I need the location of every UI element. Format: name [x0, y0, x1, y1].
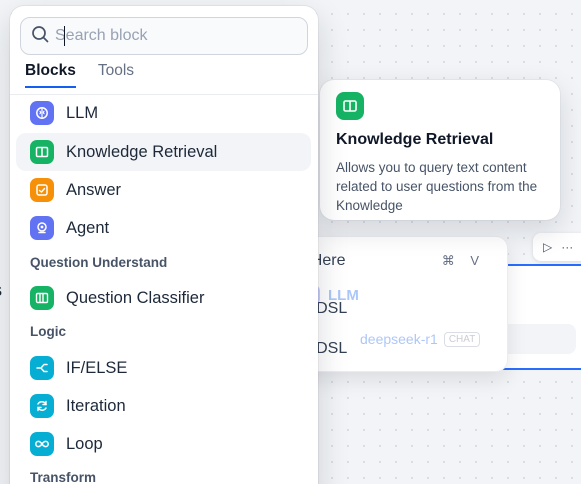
- agent-icon: [30, 216, 54, 240]
- paste-shortcut: ⌘ V: [441, 253, 485, 268]
- book-icon: [30, 140, 54, 164]
- classifier-icon: [30, 286, 54, 310]
- more-icon[interactable]: ···: [561, 240, 573, 254]
- search-box[interactable]: [20, 17, 308, 55]
- block-selector-panel: Blocks Tools LLM Knowledge Retrieval Ans…: [10, 6, 318, 484]
- block-item-label: Question Classifier: [66, 288, 205, 307]
- block-item-agent[interactable]: Agent: [16, 209, 311, 247]
- block-item-question-classifier[interactable]: Question Classifier: [16, 279, 311, 317]
- block-item-label: Knowledge Retrieval: [66, 142, 218, 161]
- block-item-knowledge-retrieval[interactable]: Knowledge Retrieval: [16, 133, 311, 171]
- block-item-label: Loop: [66, 434, 103, 453]
- iteration-icon: [30, 394, 54, 418]
- play-icon[interactable]: ▷: [543, 240, 552, 254]
- block-tooltip: Knowledge Retrieval Allows you to query …: [320, 80, 560, 220]
- group-title-transform: Transform: [30, 470, 97, 484]
- tooltip-title: Knowledge Retrieval: [336, 131, 494, 148]
- loop-icon: [30, 432, 54, 456]
- tab-tools[interactable]: Tools: [98, 62, 134, 88]
- block-item-answer[interactable]: Answer: [16, 171, 311, 209]
- block-item-label: Answer: [66, 180, 122, 199]
- block-item-loop[interactable]: Loop: [16, 425, 311, 463]
- search-icon: [31, 25, 49, 48]
- tooltip-description: Allows you to query text content related…: [336, 160, 538, 213]
- search-input[interactable]: [55, 27, 295, 45]
- tab-blocks[interactable]: Blocks: [25, 62, 76, 88]
- block-item-label: IF/ELSE: [66, 358, 128, 377]
- text-cursor: [64, 26, 65, 46]
- group-title-logic: Logic: [30, 324, 66, 339]
- brain-icon: [30, 101, 54, 125]
- block-item-label: Agent: [66, 218, 110, 237]
- block-item-label: Iteration: [66, 396, 126, 415]
- node-toolbar: ▷ ···: [533, 233, 581, 261]
- block-item-label: LLM: [66, 103, 99, 122]
- block-item-if-else[interactable]: IF/ELSE: [16, 349, 311, 387]
- book-icon: [336, 92, 364, 120]
- group-title-question-understand: Question Understand: [30, 255, 168, 270]
- block-item-iteration[interactable]: Iteration: [16, 387, 311, 425]
- answer-icon: [30, 178, 54, 202]
- start-node-fragment[interactable]: S: [0, 283, 2, 300]
- branch-icon: [30, 356, 54, 380]
- panel-tabs: Blocks Tools: [25, 62, 134, 88]
- block-item-llm[interactable]: LLM: [16, 94, 311, 132]
